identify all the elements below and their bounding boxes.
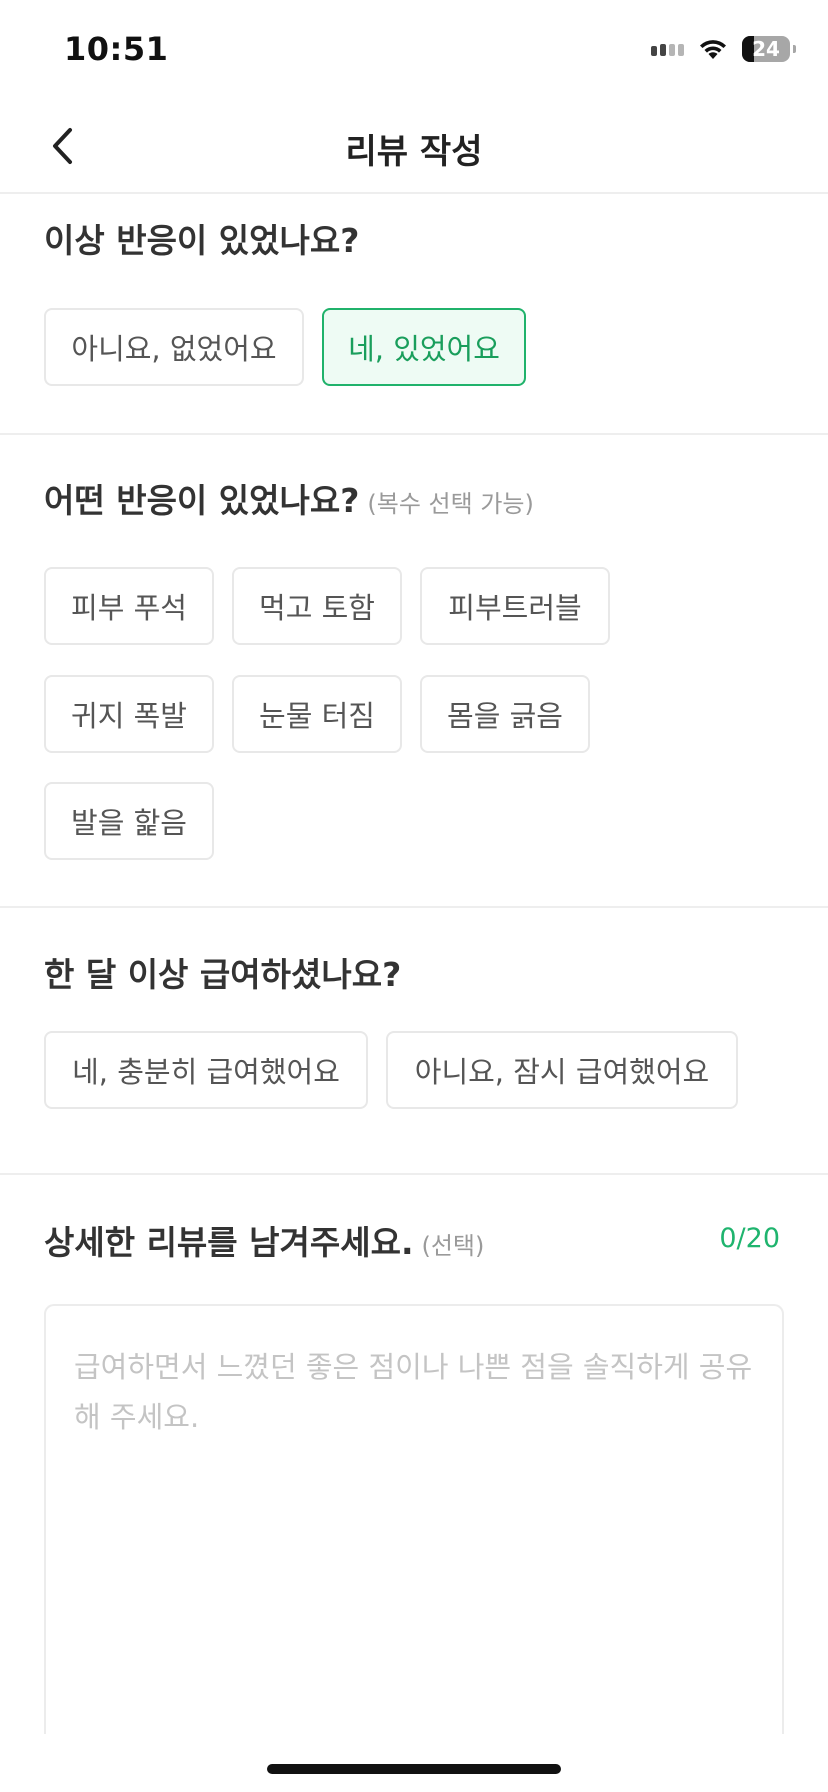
reaction-question: 이상 반응이 있었나요? — [44, 221, 360, 260]
signal-icon — [651, 42, 684, 56]
review-textarea-container — [44, 1304, 784, 1734]
nav-bar: 리뷰 작성 — [0, 100, 828, 194]
wifi-icon — [700, 40, 726, 59]
char-counter: 0/20 — [719, 1223, 780, 1254]
section-divider — [0, 1173, 828, 1175]
reaction-chip-skin-trouble[interactable]: 피부트러블 — [420, 567, 610, 645]
reaction-chip-paw-licking[interactable]: 발을 핥음 — [44, 782, 214, 860]
status-time: 10:51 — [64, 30, 169, 68]
detail-review-title: 상세한 리뷰를 남겨주세요. — [44, 1223, 414, 1262]
duration-yes-button[interactable]: 네, 충분히 급여했어요 — [44, 1031, 368, 1109]
battery-icon: 24 — [742, 36, 796, 62]
reaction-chip-scratching[interactable]: 몸을 긁음 — [420, 675, 590, 753]
reaction-types-question: 어떤 반응이 있었나요? (복수 선택 가능) — [44, 474, 534, 522]
reaction-yes-button[interactable]: 네, 있었어요 — [322, 308, 526, 386]
reaction-chip-vomit[interactable]: 먹고 토함 — [232, 567, 402, 645]
detail-review-question: 상세한 리뷰를 남겨주세요. (선택) — [44, 1216, 484, 1264]
reaction-chip-earwax[interactable]: 귀지 폭발 — [44, 675, 214, 753]
page-title: 리뷰 작성 — [345, 132, 483, 172]
section-divider — [0, 906, 828, 908]
duration-question: 한 달 이상 급여하셨나요? — [44, 955, 402, 994]
optional-hint: (선택) — [421, 1232, 485, 1260]
section-divider — [0, 433, 828, 435]
status-bar: 10:51 24 — [0, 0, 828, 100]
reaction-types-title: 어떤 반응이 있었나요? — [44, 481, 360, 520]
review-textarea[interactable] — [74, 1342, 754, 1698]
reaction-no-button[interactable]: 아니요, 없었어요 — [44, 308, 304, 386]
reaction-chip-tears[interactable]: 눈물 터짐 — [232, 675, 402, 753]
home-indicator — [267, 1764, 561, 1774]
reaction-chip-dry-skin[interactable]: 피부 푸석 — [44, 567, 214, 645]
duration-no-button[interactable]: 아니요, 잠시 급여했어요 — [386, 1031, 738, 1109]
status-icons: 24 — [651, 34, 796, 64]
battery-level: 24 — [752, 37, 780, 61]
multi-select-hint: (복수 선택 가능) — [367, 490, 534, 518]
